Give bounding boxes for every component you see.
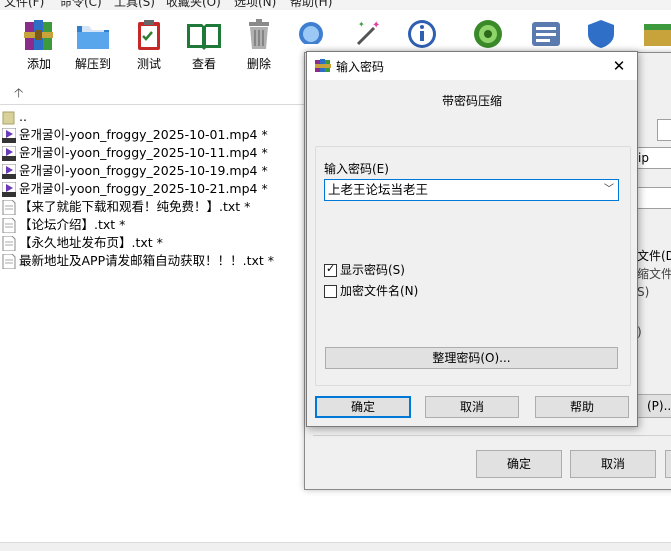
extract-folder-icon <box>77 24 109 49</box>
side-text-2: 缩文件 <box>637 267 671 281</box>
txt-file-icon <box>2 236 16 251</box>
mp4-file-icon <box>2 146 16 161</box>
ok-button[interactable]: 确定 <box>315 396 411 418</box>
virus-scan-icon[interactable] <box>470 18 506 48</box>
password-dialog: 输入密码 ✕ 带密码压缩 输入密码(E) 上老王论坛当老王 ﹀ ✓ 显示密码(S… <box>306 51 638 427</box>
menu-tools[interactable]: 工具(S) <box>114 0 155 10</box>
checkmark-icon: ✓ <box>326 262 336 275</box>
mid-ok-button[interactable]: 确定 <box>476 450 562 478</box>
password-dialog-heading: 带密码压缩 <box>441 94 502 108</box>
parent-folder-icon <box>2 111 15 125</box>
add-label: 添加 <box>26 57 51 71</box>
password-label: 输入密码(E) <box>324 162 389 176</box>
winrar-app-icon <box>315 59 331 72</box>
view-label: 查看 <box>191 57 216 71</box>
show-password-label: 显示密码(S) <box>340 263 405 277</box>
side-text-1: 文件(D <box>637 249 671 263</box>
set-password-button[interactable]: (P)... <box>635 394 671 418</box>
menu-bar: 文件(F) 命令(C) 工具(S) 收藏夹(O) 选项(N) 帮助(H) <box>0 0 671 10</box>
menu-commands[interactable]: 命令(C) <box>60 0 102 10</box>
mid-cancel-button[interactable]: 取消 <box>570 450 656 478</box>
extract-to-label: 解压到 <box>74 57 111 71</box>
close-icon[interactable]: ✕ <box>603 53 635 79</box>
protect-shield-icon[interactable] <box>584 18 618 48</box>
find-magnifier-icon[interactable] <box>294 20 328 44</box>
menu-options[interactable]: 选项(N) <box>234 0 276 10</box>
file-list: .. 윤개굴이-yoon_froggy_2025-10-01.mp4 * 윤개굴… <box>0 108 310 548</box>
divider <box>313 435 671 436</box>
test-clipboard-icon <box>138 20 160 50</box>
side-text-3: S) <box>637 285 650 299</box>
extract-to-button[interactable]: 解压到 <box>68 18 118 76</box>
organize-passwords-button[interactable]: 整理密码(O)... <box>325 347 618 369</box>
view-button[interactable]: 查看 <box>179 18 229 76</box>
txt-file-icon <box>2 200 16 215</box>
chevron-down-icon[interactable]: ﹀ <box>602 183 616 197</box>
add-archive-icon <box>24 20 53 50</box>
comment-icon[interactable] <box>528 18 564 48</box>
up-arrow-icon[interactable]: 🡡 <box>14 84 23 106</box>
mp4-file-icon <box>2 128 16 143</box>
add-button[interactable]: 添加 <box>14 18 64 76</box>
help-button[interactable]: 帮助 <box>535 396 629 418</box>
encrypt-filenames-box[interactable] <box>324 285 337 298</box>
txt-file-icon <box>2 254 16 269</box>
compression-field-partial[interactable] <box>635 187 671 209</box>
password-dialog-titlebar: 输入密码 ✕ <box>307 52 637 80</box>
delete-trash-icon <box>249 19 269 49</box>
test-label: 测试 <box>136 57 161 71</box>
password-combo-input[interactable]: 上老王论坛当老王 ﹀ <box>324 179 619 201</box>
show-password-box[interactable]: ✓ <box>324 262 337 277</box>
info-icon[interactable] <box>404 18 440 48</box>
test-button[interactable]: 测试 <box>124 18 174 76</box>
mid-help-button-partial[interactable] <box>665 450 671 478</box>
wizard-wand-icon[interactable]: ✦ ✦ <box>350 18 384 46</box>
encrypt-filenames-label: 加密文件名(N) <box>340 284 419 298</box>
svg-text:✦: ✦ <box>372 20 380 31</box>
mp4-file-icon <box>2 164 16 179</box>
txt-file-icon <box>2 218 16 233</box>
menu-favorites[interactable]: 收藏夹(O) <box>166 0 221 10</box>
archive-format-field-partial[interactable]: ip <box>635 147 671 169</box>
password-value: 上老王论坛当老王 <box>328 182 429 197</box>
password-dialog-title: 输入密码 <box>336 60 385 74</box>
archive-name-field-partial[interactable] <box>657 119 671 141</box>
menu-help[interactable]: 帮助(H) <box>290 0 332 10</box>
menu-file[interactable]: 文件(F) <box>4 0 44 10</box>
sfx-icon[interactable] <box>640 18 671 48</box>
delete-label: 删除 <box>246 57 271 71</box>
mp4-file-icon <box>2 182 16 197</box>
cancel-button[interactable]: 取消 <box>425 396 519 418</box>
delete-button[interactable]: 删除 <box>234 18 284 76</box>
view-book-icon <box>187 24 221 50</box>
svg-text:✦: ✦ <box>358 20 365 29</box>
